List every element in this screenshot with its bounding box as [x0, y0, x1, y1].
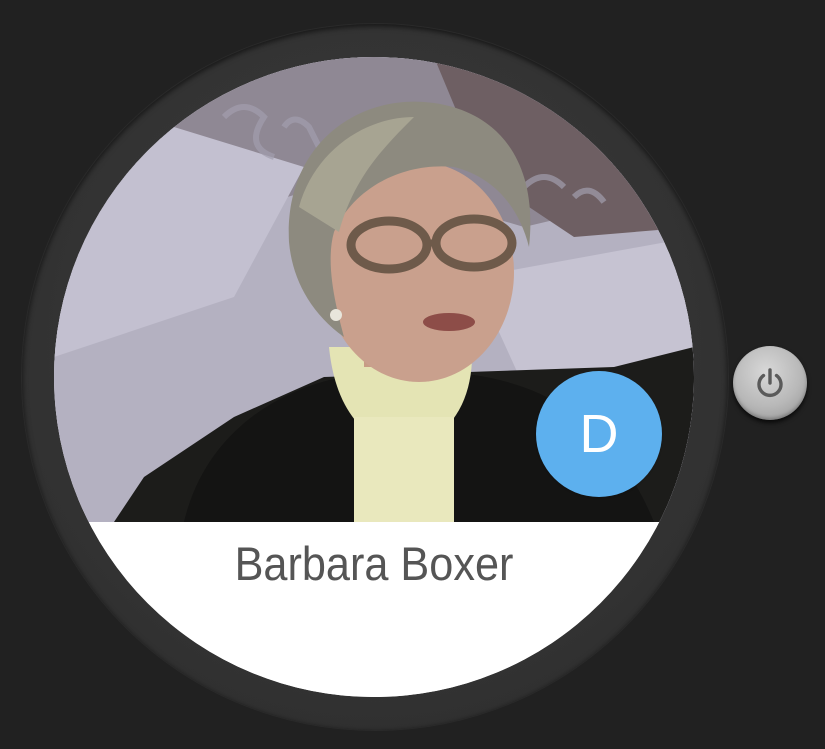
contact-avatar-badge[interactable]: D	[536, 371, 662, 497]
power-icon	[757, 368, 783, 398]
watch-emulator: Barbara Boxer D	[0, 0, 825, 749]
power-button[interactable]	[733, 346, 807, 420]
watch-screen[interactable]: Barbara Boxer D	[54, 57, 694, 697]
contact-name: Barbara Boxer	[234, 537, 514, 590]
